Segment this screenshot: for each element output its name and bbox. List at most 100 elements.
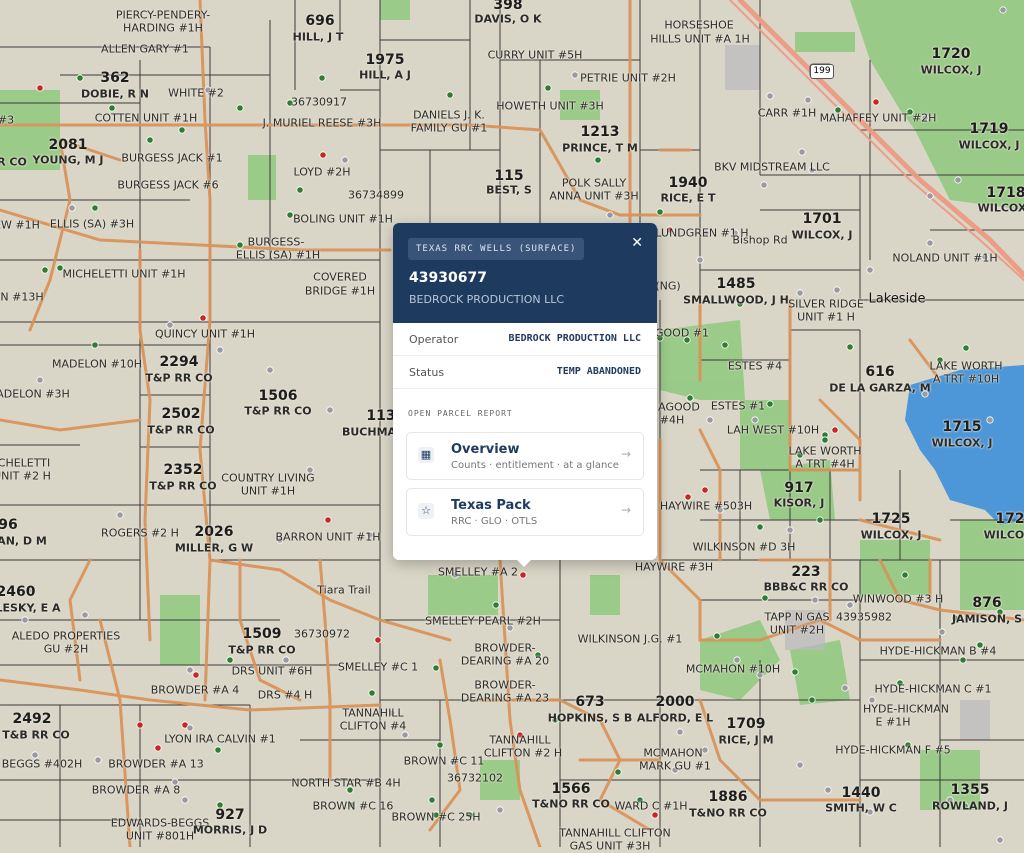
well-marker[interactable] (776, 611, 784, 619)
well-marker[interactable] (596, 191, 604, 199)
well-marker[interactable] (999, 6, 1007, 14)
well-marker[interactable] (449, 758, 457, 766)
well-marker[interactable] (318, 74, 326, 82)
well-marker[interactable] (506, 624, 514, 632)
well-marker[interactable] (216, 346, 224, 354)
well-marker[interactable] (401, 731, 409, 739)
well-marker[interactable] (276, 536, 284, 544)
well-marker[interactable] (986, 416, 994, 424)
well-marker[interactable] (319, 151, 327, 159)
well-marker[interactable] (136, 721, 144, 729)
well-marker[interactable] (996, 608, 1004, 616)
well-marker[interactable] (91, 341, 99, 349)
well-marker[interactable] (683, 336, 691, 344)
well-marker[interactable] (186, 724, 194, 732)
well-marker[interactable] (94, 756, 102, 764)
well-marker[interactable] (214, 746, 222, 754)
well-marker[interactable] (306, 466, 314, 474)
well-marker[interactable] (713, 632, 721, 640)
well-marker[interactable] (496, 806, 504, 814)
well-marker[interactable] (108, 104, 116, 112)
well-marker[interactable] (936, 356, 944, 364)
well-marker[interactable] (938, 628, 946, 636)
well-marker[interactable] (606, 211, 614, 219)
well-marker[interactable] (954, 176, 962, 184)
close-icon[interactable]: ✕ (631, 235, 643, 251)
well-marker[interactable] (906, 108, 914, 116)
well-marker[interactable] (236, 104, 244, 112)
well-marker[interactable] (236, 241, 244, 249)
well-marker[interactable] (571, 71, 579, 79)
well-marker[interactable] (296, 186, 304, 194)
well-marker[interactable] (706, 416, 714, 424)
well-marker[interactable] (791, 668, 799, 676)
well-marker[interactable] (846, 343, 854, 351)
well-marker[interactable] (651, 811, 659, 819)
well-marker[interactable] (492, 601, 500, 609)
well-marker[interactable] (516, 731, 524, 739)
well-marker[interactable] (731, 229, 739, 237)
well-marker[interactable] (178, 126, 186, 134)
well-marker[interactable] (926, 239, 934, 247)
well-marker[interactable] (432, 664, 440, 672)
well-marker[interactable] (696, 256, 704, 264)
well-marker[interactable] (326, 406, 334, 414)
well-marker[interactable] (676, 728, 684, 736)
well-marker[interactable] (146, 136, 154, 144)
well-marker[interactable] (716, 506, 724, 514)
well-marker[interactable] (841, 684, 849, 692)
well-marker[interactable] (926, 192, 934, 200)
well-marker[interactable] (671, 766, 679, 774)
well-marker[interactable] (981, 253, 989, 261)
well-marker[interactable] (756, 671, 764, 679)
well-marker[interactable] (796, 761, 804, 769)
well-marker[interactable] (154, 744, 162, 752)
well-marker[interactable] (833, 286, 841, 294)
well-marker[interactable] (656, 208, 664, 216)
well-marker[interactable] (388, 709, 396, 717)
well-marker[interactable] (846, 601, 854, 609)
well-marker[interactable] (961, 802, 969, 810)
well-marker[interactable] (192, 671, 200, 679)
well-marker[interactable] (346, 786, 354, 794)
well-marker[interactable] (76, 74, 84, 82)
well-marker[interactable] (808, 166, 816, 174)
well-marker[interactable] (428, 796, 436, 804)
well-marker[interactable] (824, 786, 832, 794)
well-marker[interactable] (341, 156, 349, 164)
well-marker[interactable] (736, 300, 744, 308)
well-marker[interactable] (31, 751, 39, 759)
well-marker[interactable] (761, 594, 769, 602)
well-marker[interactable] (808, 696, 816, 704)
well-marker[interactable] (348, 801, 356, 809)
well-marker[interactable] (216, 801, 224, 809)
well-marker[interactable] (951, 614, 959, 622)
well-marker[interactable] (368, 689, 376, 697)
well-marker[interactable] (872, 98, 880, 106)
well-marker[interactable] (868, 696, 876, 704)
well-marker[interactable] (436, 741, 444, 749)
well-marker[interactable] (246, 476, 254, 484)
well-marker[interactable] (286, 211, 294, 219)
well-marker[interactable] (760, 181, 768, 189)
well-marker[interactable] (282, 656, 290, 664)
well-marker[interactable] (374, 636, 382, 644)
well-marker[interactable] (811, 596, 819, 604)
well-marker[interactable] (816, 516, 824, 524)
well-marker[interactable] (796, 451, 804, 459)
well-marker[interactable] (901, 571, 909, 579)
well-marker[interactable] (896, 679, 904, 687)
well-marker[interactable] (786, 526, 794, 534)
well-marker[interactable] (831, 426, 839, 434)
well-marker[interactable] (766, 92, 774, 100)
well-marker[interactable] (519, 571, 527, 579)
texas-pack-card[interactable]: ☆ Texas Pack RRC · GLO · OTLS → (406, 488, 644, 536)
well-marker[interactable] (821, 436, 829, 444)
well-marker[interactable] (366, 531, 374, 539)
well-marker[interactable] (733, 656, 741, 664)
well-marker[interactable] (116, 511, 124, 519)
well-marker[interactable] (751, 416, 759, 424)
well-marker[interactable] (186, 666, 194, 674)
well-marker[interactable] (686, 394, 694, 402)
well-marker[interactable] (702, 229, 710, 237)
